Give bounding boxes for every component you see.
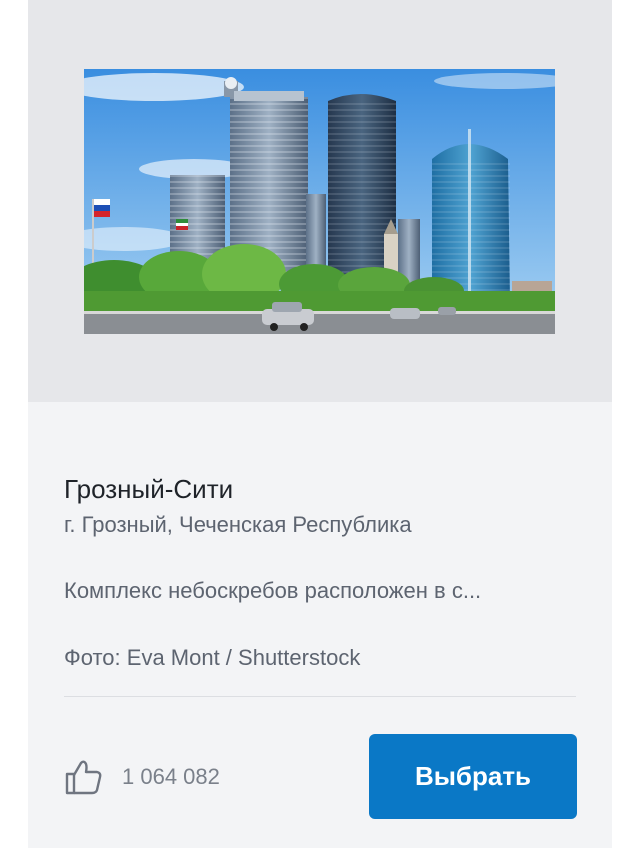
- card-description: Комплекс небоскребов расположен в с...: [64, 578, 482, 603]
- city-photo: [84, 69, 555, 334]
- card-location: г. Грозный, Чеченская Республика: [64, 512, 412, 537]
- card-title: Грозный-Сити: [64, 474, 234, 504]
- choose-button[interactable]: Выбрать: [369, 734, 577, 819]
- thumbs-up-icon[interactable]: [64, 757, 104, 797]
- place-card: Грозный-Сити г. Грозный, Чеченская Респу…: [28, 0, 612, 848]
- likes-count: 1 064 082: [122, 764, 220, 789]
- divider: [64, 696, 576, 697]
- photo-credit: Фото: Eva Mont / Shutterstock: [64, 645, 361, 670]
- card-media: [28, 0, 612, 402]
- like-control[interactable]: 1 064 082: [64, 756, 220, 798]
